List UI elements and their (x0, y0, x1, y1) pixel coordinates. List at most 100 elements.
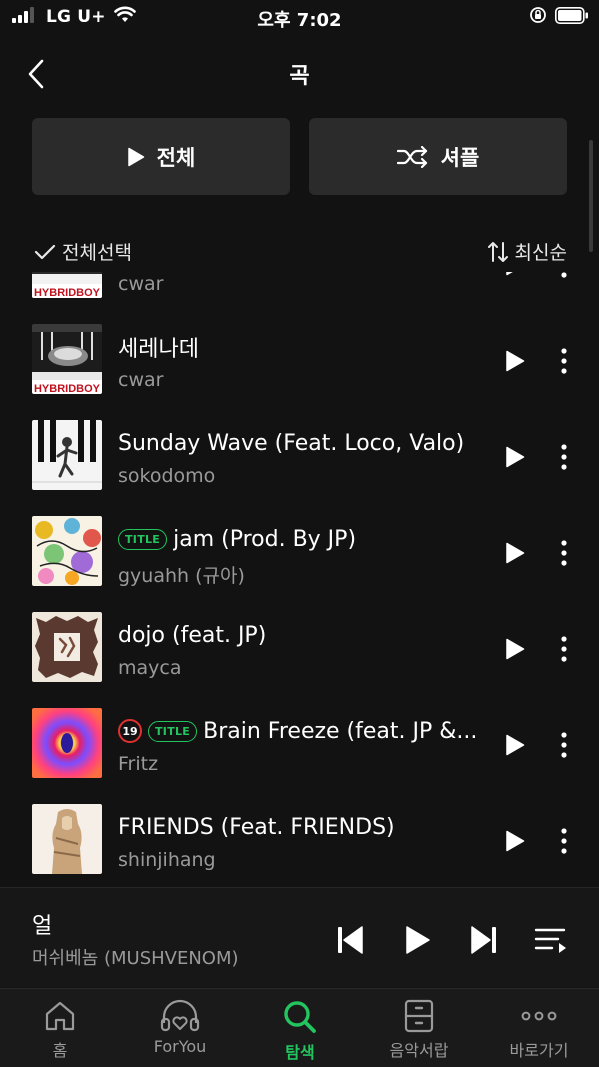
song-row[interactable]: TITLE jam (Prod. By JP) gyuahh (규아) (0, 504, 599, 600)
play-icon (406, 926, 430, 954)
row-play-button[interactable] (500, 538, 530, 568)
song-title-wrap: 19 TITLE Brain Freeze (feat. JP &... (118, 716, 483, 746)
playlist-button[interactable] (531, 920, 571, 960)
song-row[interactable]: HYBRIDBOY 세레나데 cwar (0, 312, 599, 408)
song-title-wrap: Sunday Wave (Feat. Loco, Valo) (118, 428, 483, 458)
song-list[interactable]: HYBRIDBOY cwar HYBRIDBOY 세레나데 cwar Sunda… (0, 272, 599, 887)
album-art (32, 708, 102, 778)
tab-label: 바로가기 (509, 1041, 569, 1060)
song-artist: cwar (118, 369, 164, 391)
play-icon (506, 272, 513, 276)
sort-button[interactable]: 최신순 (487, 238, 567, 265)
play-icon (127, 147, 144, 166)
more-vertical-icon (561, 272, 567, 278)
playlist-icon (534, 928, 566, 953)
song-title: Brain Freeze (feat. JP &... (203, 718, 478, 744)
song-row[interactable]: FRIENDS (Feat. FRIENDS) shinjihang (0, 792, 599, 887)
check-icon (34, 244, 56, 259)
row-more-button[interactable] (552, 632, 576, 666)
tab-search[interactable]: 탐색 (245, 999, 355, 1065)
tab-foryou[interactable]: ForYou (125, 999, 235, 1065)
album-art (32, 516, 102, 586)
more-vertical-icon (561, 732, 567, 758)
orientation-lock-icon (529, 6, 547, 28)
more-vertical-icon (561, 636, 567, 662)
row-more-button[interactable] (552, 824, 576, 858)
shuffle-icon (396, 145, 427, 168)
song-artist: Fritz (118, 753, 159, 775)
previous-button[interactable] (330, 920, 370, 960)
tab-label: ForYou (153, 1037, 207, 1056)
app-screen: LG U+ 오후 7:02 곡 전체 셔플 전체선택 최신순 HYBRIDBOY… (0, 0, 599, 1067)
song-artist: gyuahh (규아) (118, 565, 245, 587)
song-artist: shinjihang (118, 849, 216, 871)
battery-icon (555, 6, 589, 28)
row-play-button[interactable] (500, 826, 530, 856)
headphones-heart-icon (160, 999, 200, 1032)
scroll-indicator[interactable] (589, 140, 593, 252)
row-play-button[interactable] (500, 730, 530, 760)
row-play-button[interactable] (500, 272, 530, 280)
page-title: 곡 (289, 64, 310, 89)
status-right (529, 6, 589, 28)
shuffle-button[interactable]: 셔플 (309, 118, 567, 195)
tab-drawer[interactable]: 음악서랍 (364, 999, 474, 1065)
album-art: HYBRIDBOY (32, 324, 102, 394)
skip-previous-icon (338, 926, 363, 954)
tab-home[interactable]: 홈 (5, 999, 115, 1065)
tab-bar: 홈 ForYou 탐색 음악서랍 바로가기 (0, 988, 599, 1067)
play-icon (506, 638, 525, 660)
song-title-wrap: FRIENDS (Feat. FRIENDS) (118, 812, 483, 842)
adult-badge: 19 (118, 719, 142, 743)
row-play-button[interactable] (500, 634, 530, 664)
play-icon (506, 830, 525, 852)
drawer-icon (404, 999, 434, 1033)
play-all-button[interactable]: 전체 (32, 118, 290, 195)
song-title-wrap: TITLE jam (Prod. By JP) (118, 524, 483, 554)
sort-icon (487, 241, 508, 262)
list-toolbar: 전체선택 최신순 (34, 232, 567, 272)
song-row[interactable]: dojo (feat. JP) mayca (0, 600, 599, 696)
status-time: 오후 7:02 (257, 10, 342, 31)
play-button[interactable] (398, 920, 438, 960)
row-more-button[interactable] (552, 272, 576, 282)
song-row[interactable]: Sunday Wave (Feat. Loco, Valo) sokodomo (0, 408, 599, 504)
next-button[interactable] (464, 920, 504, 960)
play-icon (506, 734, 525, 756)
row-play-button[interactable] (500, 346, 530, 376)
play-icon (506, 350, 525, 372)
song-title: Sunday Wave (Feat. Loco, Valo) (118, 430, 465, 456)
search-icon (284, 1001, 316, 1033)
album-art (32, 612, 102, 682)
home-icon (45, 1001, 75, 1031)
tab-shortcuts[interactable]: 바로가기 (484, 999, 594, 1065)
song-artist: mayca (118, 657, 182, 679)
row-more-button[interactable] (552, 440, 576, 474)
album-art (32, 804, 102, 874)
row-play-button[interactable] (500, 442, 530, 472)
album-art: HYBRIDBOY (32, 272, 102, 298)
title-track-badge: TITLE (148, 720, 198, 742)
play-all-label: 전체 (156, 145, 196, 170)
song-row[interactable]: HYBRIDBOY cwar (0, 272, 599, 312)
skip-next-icon (471, 926, 496, 954)
album-art (32, 420, 102, 490)
header: 곡 (0, 50, 599, 96)
song-artist: cwar (118, 273, 164, 295)
more-vertical-icon (561, 540, 567, 566)
mini-player[interactable]: 얼 머쉬베놈 (MUSHVENOM) (0, 887, 599, 987)
select-all-button[interactable]: 전체선택 (34, 238, 132, 265)
tab-label: 홈 (52, 1041, 68, 1060)
more-vertical-icon (561, 444, 567, 470)
shuffle-label: 셔플 (440, 145, 480, 170)
row-more-button[interactable] (552, 728, 576, 762)
tab-label: 음악서랍 (389, 1041, 449, 1060)
row-more-button[interactable] (552, 536, 576, 570)
song-row[interactable]: 19 TITLE Brain Freeze (feat. JP &... Fri… (0, 696, 599, 792)
row-more-button[interactable] (552, 344, 576, 378)
more-vertical-icon (561, 828, 567, 854)
svg-text:HYBRIDBOY: HYBRIDBOY (34, 287, 101, 298)
more-dots-icon (521, 1011, 557, 1021)
play-icon (506, 542, 525, 564)
play-icon (506, 446, 525, 468)
